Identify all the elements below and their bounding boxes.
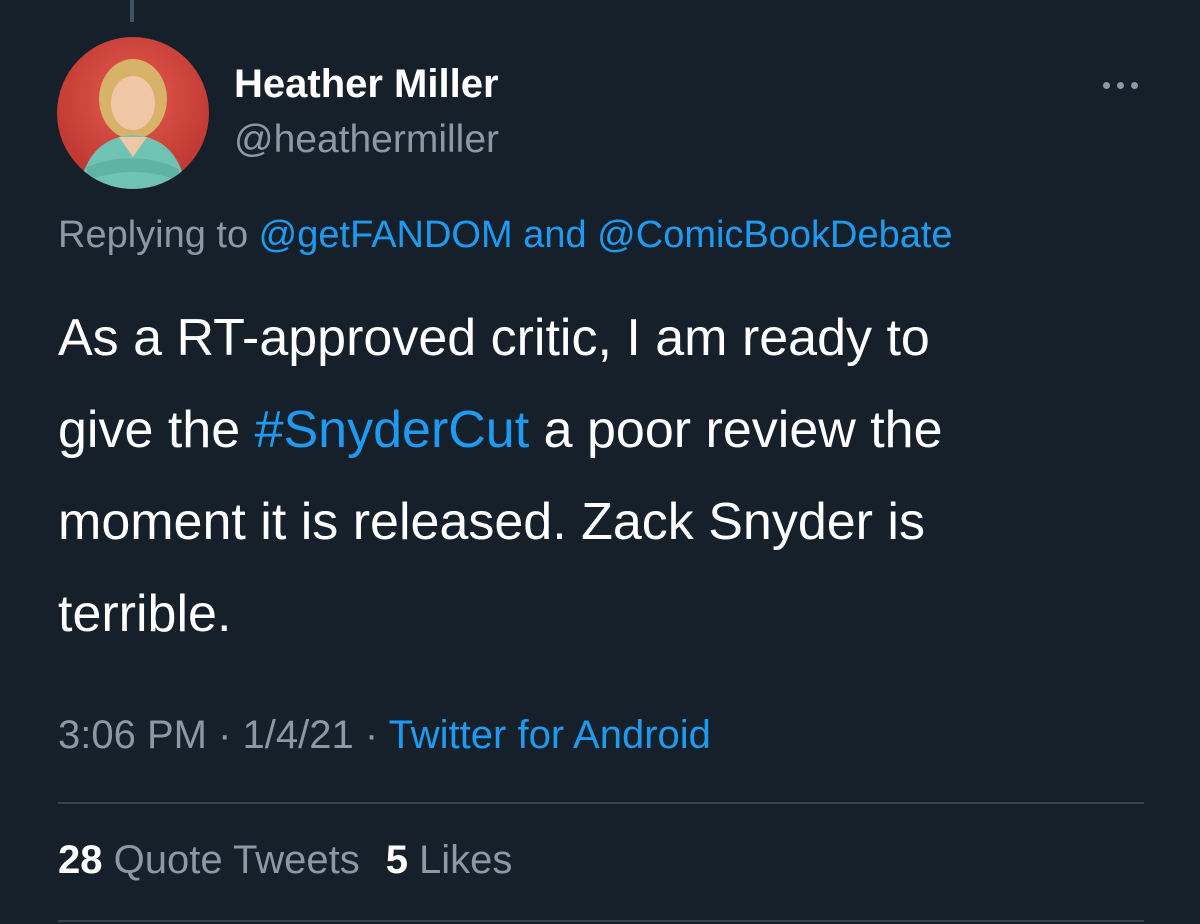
tweet-body: As a RT-approved critic, I am ready to g…: [58, 292, 1158, 660]
display-name[interactable]: Heather Miller: [234, 62, 499, 107]
engagement-stats: 28 Quote Tweets 5 Likes: [58, 838, 512, 883]
likes-count: 5: [385, 838, 408, 882]
tweet-line-2-after: a poor review the: [529, 401, 943, 459]
tweet-line-1: As a RT-approved critic, I am ready to: [58, 309, 930, 367]
tweet-date[interactable]: 1/4/21: [243, 713, 354, 757]
meta-separator-2: ·: [353, 713, 389, 757]
more-horizontal-icon-dot-2: [1116, 81, 1124, 89]
replying-to-line: Replying to @getFANDOM and @ComicBookDeb…: [58, 214, 953, 257]
quote-tweets-count: 28: [58, 838, 103, 882]
tweet-time[interactable]: 3:06 PM: [58, 713, 207, 757]
replying-prefix: Replying to: [58, 214, 259, 256]
more-horizontal-icon-dot-3: [1130, 81, 1138, 89]
user-handle[interactable]: @heathermiller: [234, 118, 499, 162]
likes-stat[interactable]: 5 Likes: [386, 838, 513, 883]
tweet-source-link[interactable]: Twitter for Android: [389, 713, 711, 757]
tweet-line-3: moment it is released. Zack Snyder is: [58, 493, 925, 551]
hashtag-link-snydercut[interactable]: #SnyderCut: [255, 401, 530, 459]
avatar-image: [57, 37, 209, 189]
quote-tweets-stat[interactable]: 28 Quote Tweets: [58, 838, 360, 883]
more-horizontal-icon: [1102, 81, 1110, 89]
likes-label: Likes: [407, 838, 513, 882]
tweet-line-2: give the #SnyderCut a poor review the: [58, 384, 1158, 476]
avatar[interactable]: [57, 37, 209, 189]
more-options-button[interactable]: [1090, 70, 1150, 100]
replying-conjunction: and: [512, 214, 598, 256]
tweet-detail-view: Heather Miller @heathermiller Replying t…: [0, 0, 1200, 924]
mention-link-comicbookdebate[interactable]: @ComicBookDebate: [597, 214, 952, 256]
tweet-metadata: 3:06 PM · 1/4/21 · Twitter for Android: [58, 713, 711, 758]
mention-link-getfandom[interactable]: @getFANDOM: [259, 214, 513, 256]
tweet-line-4: terrible.: [58, 585, 232, 643]
thread-connector-line: [130, 0, 134, 22]
divider-top: [58, 802, 1144, 804]
divider-bottom: [58, 920, 1144, 922]
tweet-line-2-before: give the: [58, 401, 255, 459]
quote-tweets-label: Quote Tweets: [102, 838, 360, 882]
meta-separator-1: ·: [206, 713, 243, 757]
